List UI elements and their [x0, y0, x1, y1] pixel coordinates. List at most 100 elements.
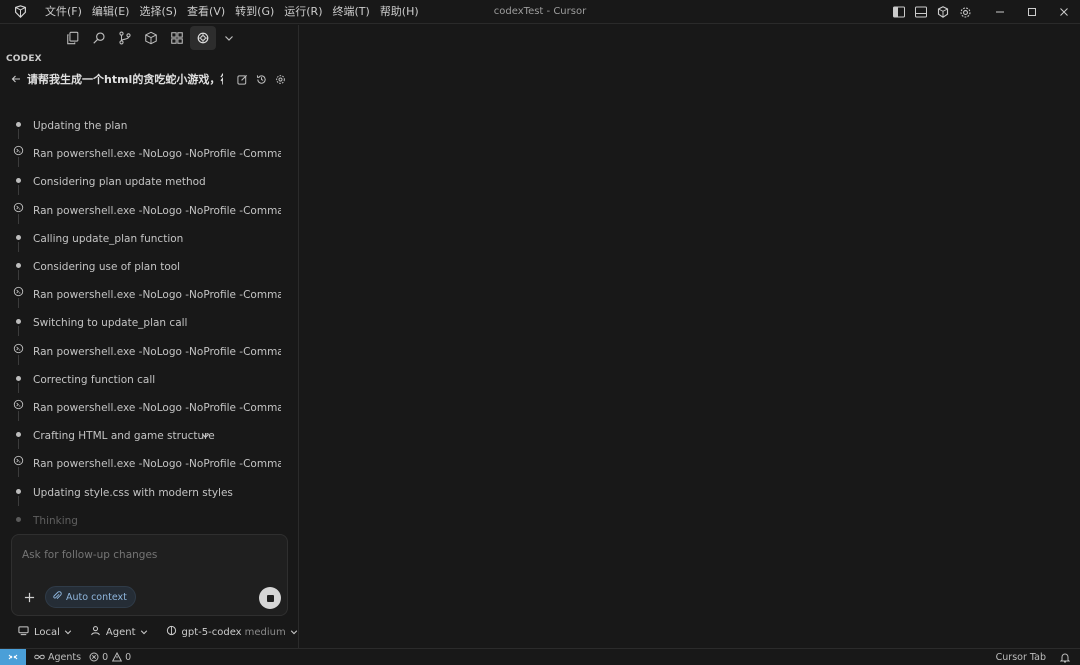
minimize-icon[interactable]: [984, 0, 1016, 24]
timeline-connector: [18, 495, 19, 506]
agents-label: Agents: [48, 651, 82, 663]
step-timeline: Updating the plan Ran powershell.exe -NoL…: [0, 113, 299, 537]
timeline-step[interactable]: Ran powershell.exe -NoLogo -NoProfile -C…: [0, 198, 299, 224]
terminal-icon: [13, 456, 24, 466]
bullet-dot-icon: [16, 234, 21, 240]
menu-run[interactable]: 运行(R): [279, 0, 327, 24]
chevron-down-icon: [290, 626, 298, 639]
plus-icon[interactable]: [20, 588, 38, 606]
monitor-icon: [18, 625, 29, 639]
menu-selection[interactable]: 选择(S): [134, 0, 182, 24]
history-icon[interactable]: [252, 70, 271, 88]
timeline-connector: [18, 439, 19, 450]
close-icon[interactable]: [1048, 0, 1080, 24]
menu-terminal[interactable]: 终端(T): [328, 0, 375, 24]
menu-help[interactable]: 帮助(H): [375, 0, 424, 24]
settings-gear-icon[interactable]: [954, 0, 976, 24]
timeline-connector: [18, 241, 19, 252]
auto-context-chip[interactable]: Auto context: [45, 586, 136, 608]
follow-up-input[interactable]: [22, 549, 272, 561]
step-label: Updating the plan: [33, 120, 128, 132]
chevron-down-icon: [64, 626, 72, 639]
timeline-step: Switching to update_plan call: [0, 310, 299, 337]
infinity-icon: [34, 654, 45, 660]
error-count: 0: [102, 651, 109, 663]
editor-area[interactable]: [300, 25, 1080, 648]
source-control-icon[interactable]: [112, 26, 138, 50]
timeline-step[interactable]: Ran powershell.exe -NoLogo -NoProfile -C…: [0, 282, 299, 309]
step-label: Calling update_plan function: [33, 232, 184, 245]
chevron-down-icon: [140, 626, 148, 639]
menu-view[interactable]: 查看(V): [182, 0, 230, 24]
title-controls: [888, 0, 1080, 24]
stop-icon: [266, 594, 274, 602]
step-label: Crafting HTML and game structure: [33, 430, 215, 443]
timeline-step: Considering use of plan tool: [0, 254, 299, 280]
chevron-down-icon[interactable]: [201, 431, 210, 440]
cursor-tab-status[interactable]: Cursor Tab: [993, 652, 1046, 663]
model-icon: [166, 625, 177, 639]
environment-label: Local: [34, 626, 60, 638]
activity-bar: [60, 25, 242, 51]
step-label: Ran powershell.exe -NoLogo -NoProfile -C…: [33, 345, 281, 358]
timeline-step[interactable]: Ran powershell.exe -NoLogo -NoProfile -C…: [0, 395, 299, 421]
status-bar: Agents 0 0 Cursor Tab: [0, 648, 1080, 665]
agent-layout-icon[interactable]: [932, 0, 954, 24]
environment-selector[interactable]: Local: [18, 625, 72, 639]
timeline-connector: [18, 157, 19, 168]
composer-footer: Local Agent gpt-5-codex medium: [0, 622, 299, 642]
reasoning-label: medium: [244, 626, 286, 638]
bullet-dot-icon: [16, 263, 21, 268]
bullet-dot-icon: [16, 432, 21, 438]
step-label: Updating style.css with modern styles: [33, 486, 233, 499]
timeline-step[interactable]: Crafting HTML and game structure: [0, 423, 299, 450]
bullet-dot-icon: [16, 178, 21, 184]
step-label: Ran powershell.exe -NoLogo -NoProfile -C…: [33, 289, 281, 302]
timeline-connector: [18, 270, 19, 280]
codex-openai-icon[interactable]: [190, 26, 216, 50]
composer: Auto context: [11, 534, 288, 616]
model-selector[interactable]: gpt-5-codex medium: [166, 625, 298, 639]
step-label: Ran powershell.exe -NoLogo -NoProfile -C…: [33, 402, 281, 414]
toggle-sidebar-icon[interactable]: [888, 0, 910, 24]
timeline-step[interactable]: Ran powershell.exe -NoLogo -NoProfile -C…: [0, 141, 299, 168]
conversation-title: 请帮我生成一个html的贪吃蛇小游戏，符...: [27, 73, 223, 86]
explorer-icon[interactable]: [60, 26, 86, 50]
timeline-connector: [18, 213, 19, 224]
back-arrow-icon[interactable]: [8, 74, 24, 84]
timeline-step[interactable]: Ran powershell.exe -NoLogo -NoProfile -C…: [0, 339, 299, 365]
cube-icon[interactable]: [138, 26, 164, 50]
search-icon[interactable]: [86, 26, 112, 50]
menu-edit[interactable]: 编辑(E): [87, 0, 135, 24]
menu-go[interactable]: 转到(G): [230, 0, 279, 24]
agents-status[interactable]: Agents: [34, 652, 81, 663]
toggle-panel-icon[interactable]: [910, 0, 932, 24]
mode-selector[interactable]: Agent: [90, 625, 148, 639]
chevron-down-icon[interactable]: [216, 26, 242, 50]
step-label: Ran powershell.exe -NoLogo -NoProfile -C…: [33, 204, 281, 217]
title-bar: 文件(F) 编辑(E) 选择(S) 查看(V) 转到(G) 运行(R) 终端(T…: [0, 0, 1080, 24]
menu-bar: 文件(F) 编辑(E) 选择(S) 查看(V) 转到(G) 运行(R) 终端(T…: [40, 0, 424, 24]
cursor-logo-icon[interactable]: [0, 0, 40, 24]
extensions-icon[interactable]: [164, 26, 190, 50]
new-chat-icon[interactable]: [233, 70, 252, 88]
terminal-icon: [13, 202, 24, 212]
bullet-dot-icon: [16, 319, 21, 325]
timeline-step: Considering plan update method: [0, 169, 299, 196]
maximize-icon[interactable]: [1016, 0, 1048, 24]
timeline-connector: [18, 411, 19, 421]
menu-file[interactable]: 文件(F): [40, 0, 87, 24]
remote-indicator-icon[interactable]: [0, 648, 26, 665]
window-title: codexTest - Cursor: [493, 6, 587, 17]
conversation-header: 请帮我生成一个html的贪吃蛇小游戏，符...: [0, 69, 299, 89]
problems-status[interactable]: 0 0: [89, 652, 131, 663]
model-label: gpt-5-codex: [181, 626, 242, 638]
bullet-dot-icon: [16, 488, 21, 494]
mode-label: Agent: [105, 626, 136, 638]
timeline-connector: [18, 129, 19, 139]
stop-button[interactable]: [259, 587, 281, 609]
settings-icon[interactable]: [271, 70, 290, 88]
error-icon: [89, 652, 99, 662]
timeline-step[interactable]: Ran powershell.exe -NoLogo -NoProfile -C…: [0, 451, 299, 478]
notifications-bell-icon[interactable]: [1060, 652, 1070, 663]
